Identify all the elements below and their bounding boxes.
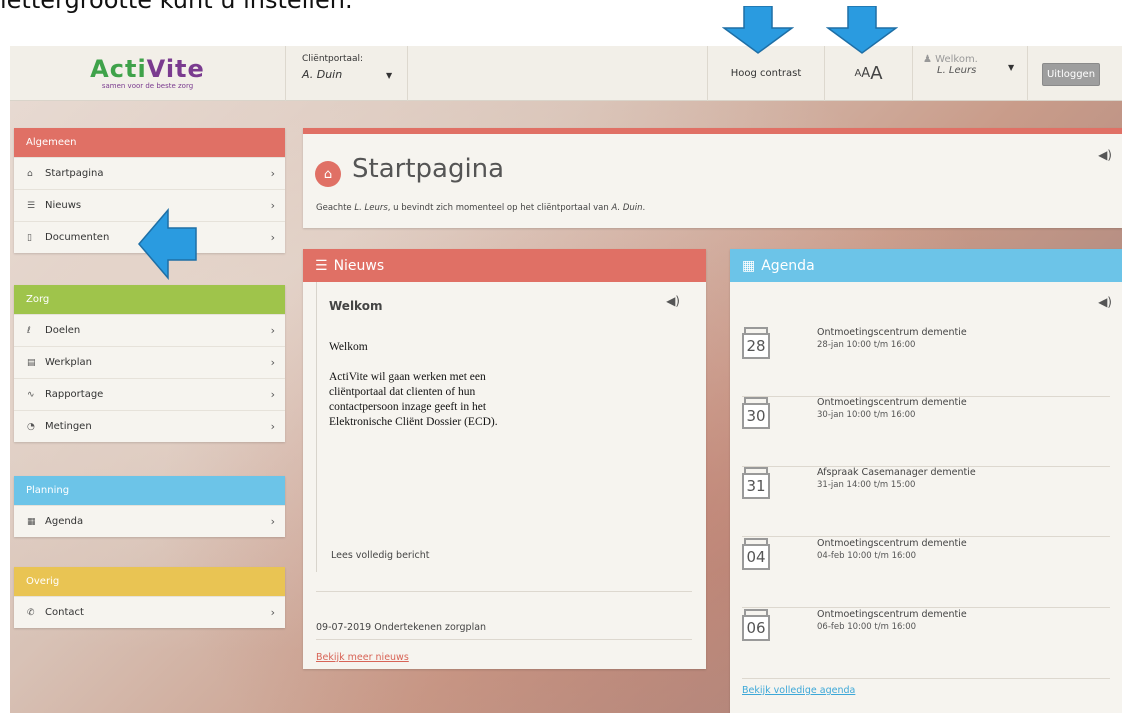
speaker-icon[interactable]: ◀) xyxy=(666,294,680,308)
portal-frame: ActiVite samen voor de beste zorg Cliënt… xyxy=(10,46,1122,713)
agenda-item[interactable]: 06 Ontmoetingscentrum dementie 06-feb 10… xyxy=(742,609,1110,679)
sidebar-heading-algemeen: Algemeen xyxy=(14,128,285,157)
user-menu[interactable]: ♟ Welkom. L. Leurs ▼ xyxy=(913,46,1028,101)
news-header: ☰ Nieuws xyxy=(303,249,706,282)
agenda-item[interactable]: 04 Ontmoetingscentrum dementie 04-feb 10… xyxy=(742,538,1110,608)
chevron-right-icon: › xyxy=(270,324,275,337)
sidebar-heading-zorg: Zorg xyxy=(14,285,285,314)
chevron-right-icon: › xyxy=(270,515,275,528)
arrow-down-icon xyxy=(722,6,794,54)
list-icon: ☰ xyxy=(315,257,328,274)
news-article-text: ActiVite wil gaan werken met een cliëntp… xyxy=(329,371,498,428)
chevron-right-icon: › xyxy=(270,606,275,619)
sidebar-group-zorg: Zorg ℓ Doelen › ▤ Werkplan › ∿ Rapportage › ◔ M… xyxy=(14,285,285,442)
agenda-item[interactable]: 28 Ontmoetingscentrum dementie 28-jan 10… xyxy=(742,327,1110,397)
chevron-right-icon: › xyxy=(270,420,275,433)
arrow-left-icon xyxy=(138,208,197,280)
chevron-right-icon: › xyxy=(270,167,275,180)
page-title: Startpagina xyxy=(352,154,505,184)
document-icon: ▯ xyxy=(27,232,32,243)
news-article: Welkom ◀) Welkom ActiVite wil gaan werke… xyxy=(316,282,688,572)
calendar-icon: 31 xyxy=(742,467,770,499)
divider xyxy=(316,639,692,640)
calendar-icon: 04 xyxy=(742,538,770,570)
clipboard-icon: ▤ xyxy=(27,357,36,368)
chevron-right-icon: › xyxy=(270,356,275,369)
startpagina-card: ⌂ Startpagina Geachte L. Leurs, u bevind… xyxy=(303,128,1122,228)
font-size-small-button[interactable]: A xyxy=(854,68,861,79)
full-agenda-link[interactable]: Bekijk volledige agenda xyxy=(742,685,855,696)
more-news-link[interactable]: Bekijk meer nieuws xyxy=(316,652,409,663)
agenda-item[interactable]: 30 Ontmoetingscentrum dementie 30-jan 10… xyxy=(742,397,1110,467)
sidebar-item-doelen[interactable]: ℓ Doelen › xyxy=(14,314,285,346)
high-contrast-button[interactable]: Hoog contrast xyxy=(707,46,825,101)
list-icon: ☰ xyxy=(27,200,36,211)
sidebar-item-agenda[interactable]: ▦ Agenda › xyxy=(14,505,285,537)
agenda-item[interactable]: 31 Afspraak Casemanager dementie 31-jan … xyxy=(742,467,1110,537)
read-full-article-link[interactable]: Lees volledig bericht xyxy=(331,550,429,561)
speaker-icon[interactable]: ◀) xyxy=(1098,295,1112,309)
news-item[interactable]: 09-07-2019 Ondertekenen zorgplan xyxy=(316,622,486,633)
calendar-icon: 28 xyxy=(742,327,770,359)
pulse-icon: ∿ xyxy=(27,389,35,400)
sidebar-item-rapportage[interactable]: ∿ Rapportage › xyxy=(14,378,285,410)
logo-tagline: samen voor de beste zorg xyxy=(101,82,194,90)
page-caption: lettergrootte kunt u instellen. xyxy=(0,0,353,14)
top-bar: ActiVite samen voor de beste zorg Cliënt… xyxy=(10,46,1122,101)
arrow-down-icon xyxy=(826,6,898,54)
client-portal-select[interactable]: Cliëntportaal: A. Duin ▼ xyxy=(286,46,408,101)
welcome-label: Welkom. xyxy=(935,54,978,65)
calendar-icon: 30 xyxy=(742,397,770,429)
news-card: ☰ Nieuws Welkom ◀) Welkom ActiVite wil ga… xyxy=(303,249,706,669)
font-size-control: A A A xyxy=(825,46,913,101)
sidebar-group-overig: Overig ✆ Contact › xyxy=(14,567,285,628)
chevron-right-icon: › xyxy=(270,388,275,401)
user-icon: ♟ xyxy=(923,54,936,65)
chevron-down-icon: ▼ xyxy=(386,71,393,80)
agenda-header: ▦ Agenda xyxy=(730,249,1122,282)
calendar-icon: ▦ xyxy=(27,516,36,527)
agenda-card: ▦ Agenda ◀) 28 Ontmoetingscentrum dementi… xyxy=(730,249,1122,713)
chevron-right-icon: › xyxy=(270,199,275,212)
chevron-down-icon: ▼ xyxy=(1008,63,1015,72)
goal-icon: ℓ xyxy=(27,325,31,336)
chevron-right-icon: › xyxy=(270,231,275,244)
news-article-title: Welkom xyxy=(329,299,383,313)
gauge-icon: ◔ xyxy=(27,421,35,432)
calendar-icon: 06 xyxy=(742,609,770,641)
logout-button[interactable]: Uitloggen xyxy=(1042,63,1100,86)
sidebar-item-metingen[interactable]: ◔ Metingen › xyxy=(14,410,285,442)
client-portal-label: Cliëntportaal: xyxy=(302,54,364,64)
sidebar-item-werkplan[interactable]: ▤ Werkplan › xyxy=(14,346,285,378)
sidebar-item-contact[interactable]: ✆ Contact › xyxy=(14,596,285,628)
home-icon: ⌂ xyxy=(27,168,33,179)
sidebar-item-startpagina[interactable]: ⌂ Startpagina › xyxy=(14,157,285,189)
divider xyxy=(316,591,692,592)
font-size-medium-button[interactable]: A xyxy=(861,67,870,80)
sidebar-heading-overig: Overig xyxy=(14,567,285,596)
home-icon: ⌂ xyxy=(315,161,341,187)
news-article-greeting: Welkom xyxy=(329,341,368,353)
calendar-icon: ▦ xyxy=(742,257,756,274)
sidebar-heading-planning: Planning xyxy=(14,476,285,505)
welcome-message: Geachte L. Leurs, u bevindt zich momente… xyxy=(316,203,646,213)
font-size-large-button[interactable]: A xyxy=(870,64,882,83)
phone-icon: ✆ xyxy=(27,607,35,618)
speaker-icon[interactable]: ◀) xyxy=(1098,148,1112,162)
activite-logo[interactable]: ActiVite samen voor de beste zorg xyxy=(10,46,286,101)
sidebar-group-planning: Planning ▦ Agenda › xyxy=(14,476,285,537)
